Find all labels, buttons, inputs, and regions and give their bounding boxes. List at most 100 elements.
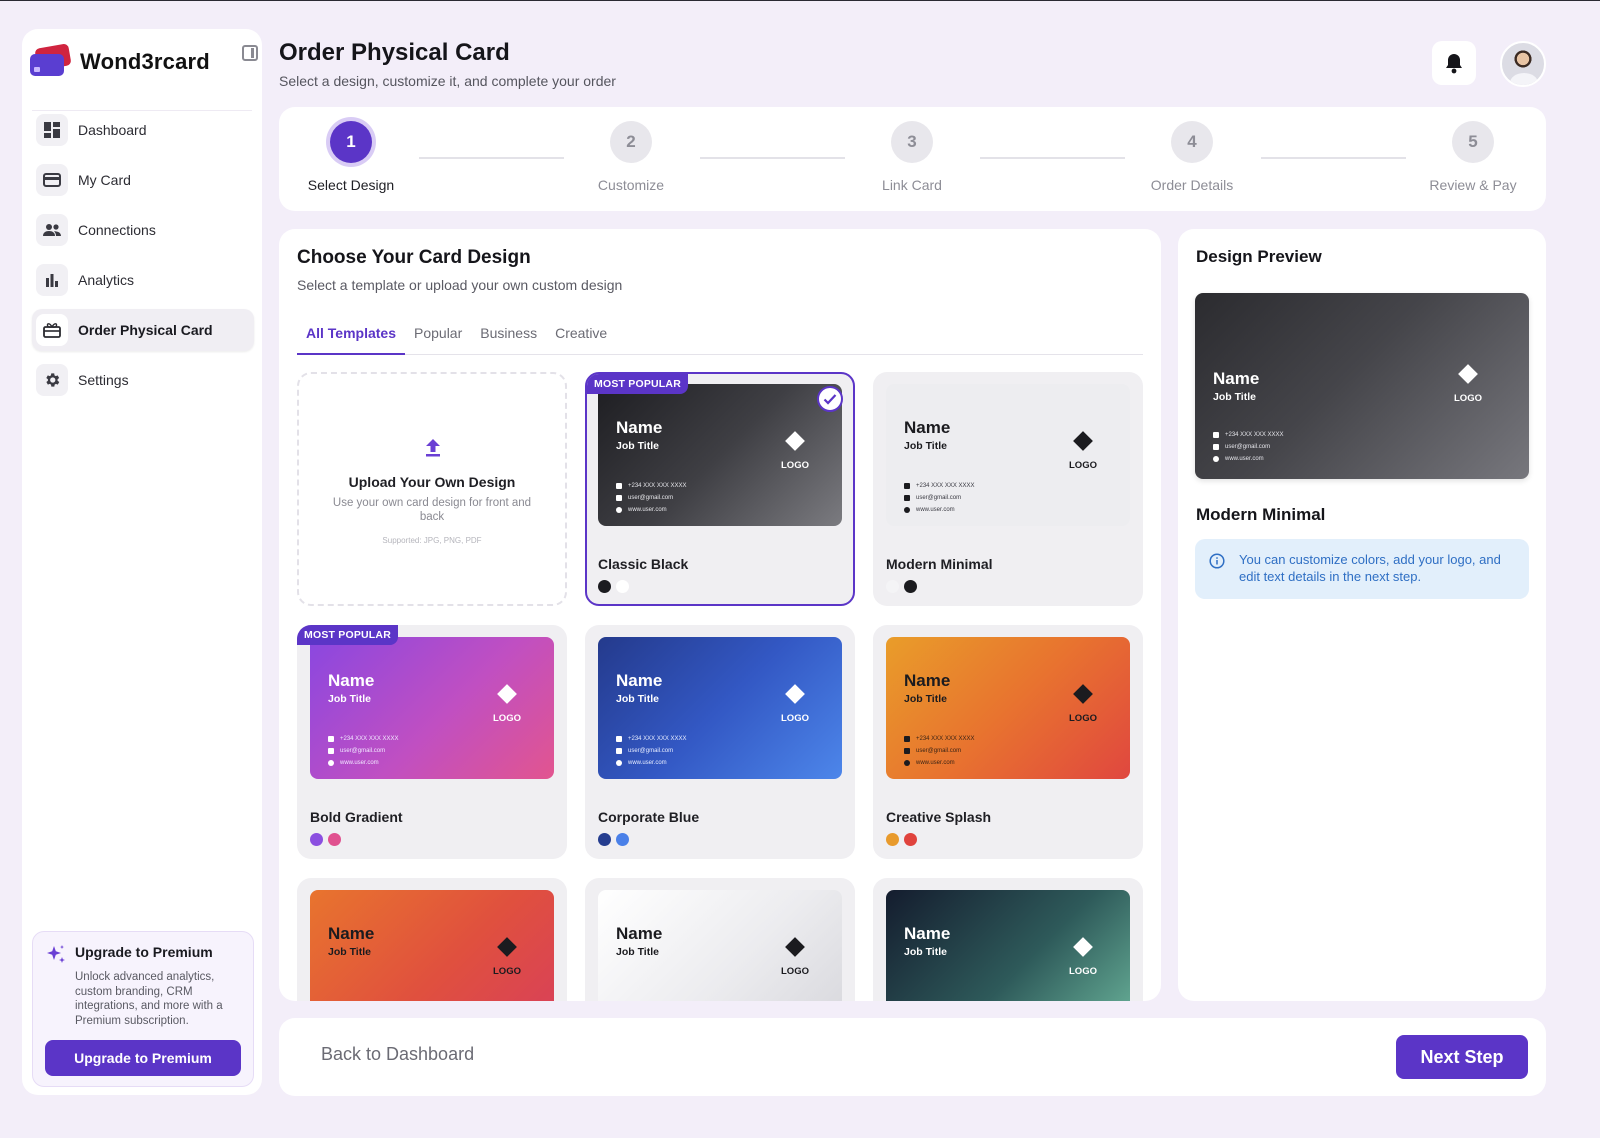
- card-logo: LOGO: [781, 460, 809, 471]
- tab-all-templates[interactable]: All Templates: [297, 325, 405, 355]
- template-classic-black[interactable]: MOST POPULAR Name Job Title LOGO +234 XX…: [585, 372, 855, 606]
- brand-name: Wond3rcard: [80, 49, 210, 74]
- most-popular-badge: MOST POPULAR: [587, 374, 688, 394]
- sidebar-item-analytics[interactable]: Analytics: [32, 259, 254, 301]
- step-review-pay[interactable]: 5 Review & Pay: [1413, 121, 1533, 193]
- template-silver[interactable]: Name Job Title LOGO: [585, 878, 855, 1001]
- template-corporate-blue[interactable]: Name Job Title LOGO +234 XXX XXX XXXX us…: [585, 625, 855, 859]
- sidebar-item-label: Settings: [78, 372, 129, 388]
- email-icon: [1213, 444, 1219, 450]
- card-job-title: Job Title: [904, 946, 947, 958]
- sidebar-item-label: Dashboard: [78, 122, 147, 138]
- email-icon: [328, 748, 334, 754]
- upgrade-button[interactable]: Upgrade to Premium: [45, 1040, 241, 1076]
- template-creative-splash[interactable]: Name Job Title LOGO +234 XXX XXX XXXX us…: [873, 625, 1143, 859]
- collapse-sidebar-icon[interactable]: [242, 45, 258, 61]
- page-subtitle: Select a design, customize it, and compl…: [279, 73, 616, 89]
- step-customize[interactable]: 2 Customize: [571, 121, 691, 193]
- step-number: 4: [1171, 121, 1213, 163]
- card-website: www.user.com: [1225, 456, 1264, 462]
- step-link-card[interactable]: 3 Link Card: [852, 121, 972, 193]
- card-name: Name: [904, 418, 951, 437]
- upgrade-promo: Upgrade to Premium Unlock advanced analy…: [32, 931, 254, 1087]
- template-name: Corporate Blue: [598, 809, 700, 825]
- order-stepper: 1 Select Design 2 Customize 3 Link Card …: [279, 107, 1546, 211]
- bar-chart-icon: [36, 264, 68, 296]
- template-modern-minimal[interactable]: Name Job Title LOGO +234 XXX XXX XXXX us…: [873, 372, 1143, 606]
- color-swatches: [886, 580, 922, 593]
- swatch: [328, 833, 341, 846]
- back-to-dashboard-button[interactable]: Back to Dashboard: [321, 1044, 474, 1065]
- card-name: Name: [616, 418, 663, 437]
- template-name: Creative Splash: [886, 809, 992, 825]
- card-name: Name: [328, 924, 375, 943]
- step-order-details[interactable]: 4 Order Details: [1132, 121, 1252, 193]
- most-popular-badge: MOST POPULAR: [297, 625, 398, 645]
- sidebar: Wond3rcard Dashboard My Card Connections: [22, 29, 262, 1095]
- notifications-button[interactable]: [1432, 41, 1476, 85]
- card-icon: [36, 164, 68, 196]
- template-bold-gradient[interactable]: MOST POPULAR Name Job Title LOGO +234 XX…: [297, 625, 567, 859]
- next-step-button[interactable]: Next Step: [1396, 1035, 1528, 1079]
- sidebar-item-order-physical-card[interactable]: Order Physical Card: [32, 309, 254, 351]
- upload-design-tile[interactable]: Upload Your Own Design Use your own card…: [297, 372, 567, 606]
- phone-icon: [616, 483, 622, 489]
- step-label: Link Card: [882, 177, 942, 193]
- color-swatches: [598, 580, 634, 593]
- card-phone: +234 XXX XXX XXXX: [628, 483, 687, 489]
- card-job-title: Job Title: [1213, 391, 1256, 403]
- phone-icon: [616, 736, 622, 742]
- swatch: [904, 580, 917, 593]
- tab-business[interactable]: Business: [471, 325, 546, 355]
- step-connector: [419, 157, 564, 159]
- card-phone: +234 XXX XXX XXXX: [1225, 432, 1284, 438]
- template-name: Modern Minimal: [886, 556, 993, 572]
- logo-diamond-icon: [785, 431, 805, 451]
- swatch: [886, 580, 899, 593]
- upgrade-description: Unlock advanced analytics, custom brandi…: [75, 971, 223, 1027]
- card-name: Name: [1213, 369, 1260, 388]
- card-logo: LOGO: [781, 966, 809, 977]
- logo-diamond-icon: [1458, 364, 1478, 384]
- card-website: www.user.com: [628, 760, 667, 766]
- wizard-footer: Back to Dashboard Next Step: [279, 1018, 1546, 1096]
- selected-check-icon: [817, 386, 843, 412]
- avatar[interactable]: [1500, 41, 1546, 87]
- card-job-title: Job Title: [904, 440, 947, 452]
- template-orange-red[interactable]: Name Job Title LOGO: [297, 878, 567, 1001]
- tab-creative[interactable]: Creative: [546, 325, 616, 355]
- step-label: Review & Pay: [1429, 177, 1517, 193]
- card-name: Name: [616, 924, 663, 943]
- logo-diamond-icon: [1073, 937, 1093, 957]
- card-logo: LOGO: [1069, 713, 1097, 724]
- card-email: user@gmail.com: [628, 748, 674, 754]
- brand[interactable]: Wond3rcard: [30, 39, 254, 85]
- swatch: [598, 580, 611, 593]
- globe-icon: [904, 507, 910, 513]
- sparkle-icon: [45, 944, 67, 966]
- card-phone: +234 XXX XXX XXXX: [916, 736, 975, 742]
- sidebar-item-settings[interactable]: Settings: [32, 359, 254, 401]
- card-logo: LOGO: [493, 966, 521, 977]
- step-select-design[interactable]: 1 Select Design: [291, 121, 411, 193]
- step-connector: [1261, 157, 1406, 159]
- info-icon: [1209, 553, 1225, 569]
- color-swatches: [310, 833, 346, 846]
- card-job-title: Job Title: [616, 946, 659, 958]
- globe-icon: [328, 760, 334, 766]
- phone-icon: [1213, 432, 1219, 438]
- dashboard-icon: [36, 114, 68, 146]
- email-icon: [616, 495, 622, 501]
- globe-icon: [1213, 456, 1219, 462]
- sidebar-item-connections[interactable]: Connections: [32, 209, 254, 251]
- preview-title: Design Preview: [1196, 247, 1322, 266]
- tab-popular[interactable]: Popular: [405, 325, 471, 355]
- step-label: Order Details: [1150, 177, 1234, 193]
- upload-supported-formats: Supported: JPG, PNG, PDF: [382, 536, 482, 545]
- bell-icon: [1446, 54, 1462, 74]
- template-dark-teal[interactable]: Name Job Title LOGO: [873, 878, 1143, 1001]
- swatch: [616, 580, 629, 593]
- card-job-title: Job Title: [328, 946, 371, 958]
- sidebar-item-dashboard[interactable]: Dashboard: [32, 109, 254, 151]
- sidebar-item-my-card[interactable]: My Card: [32, 159, 254, 201]
